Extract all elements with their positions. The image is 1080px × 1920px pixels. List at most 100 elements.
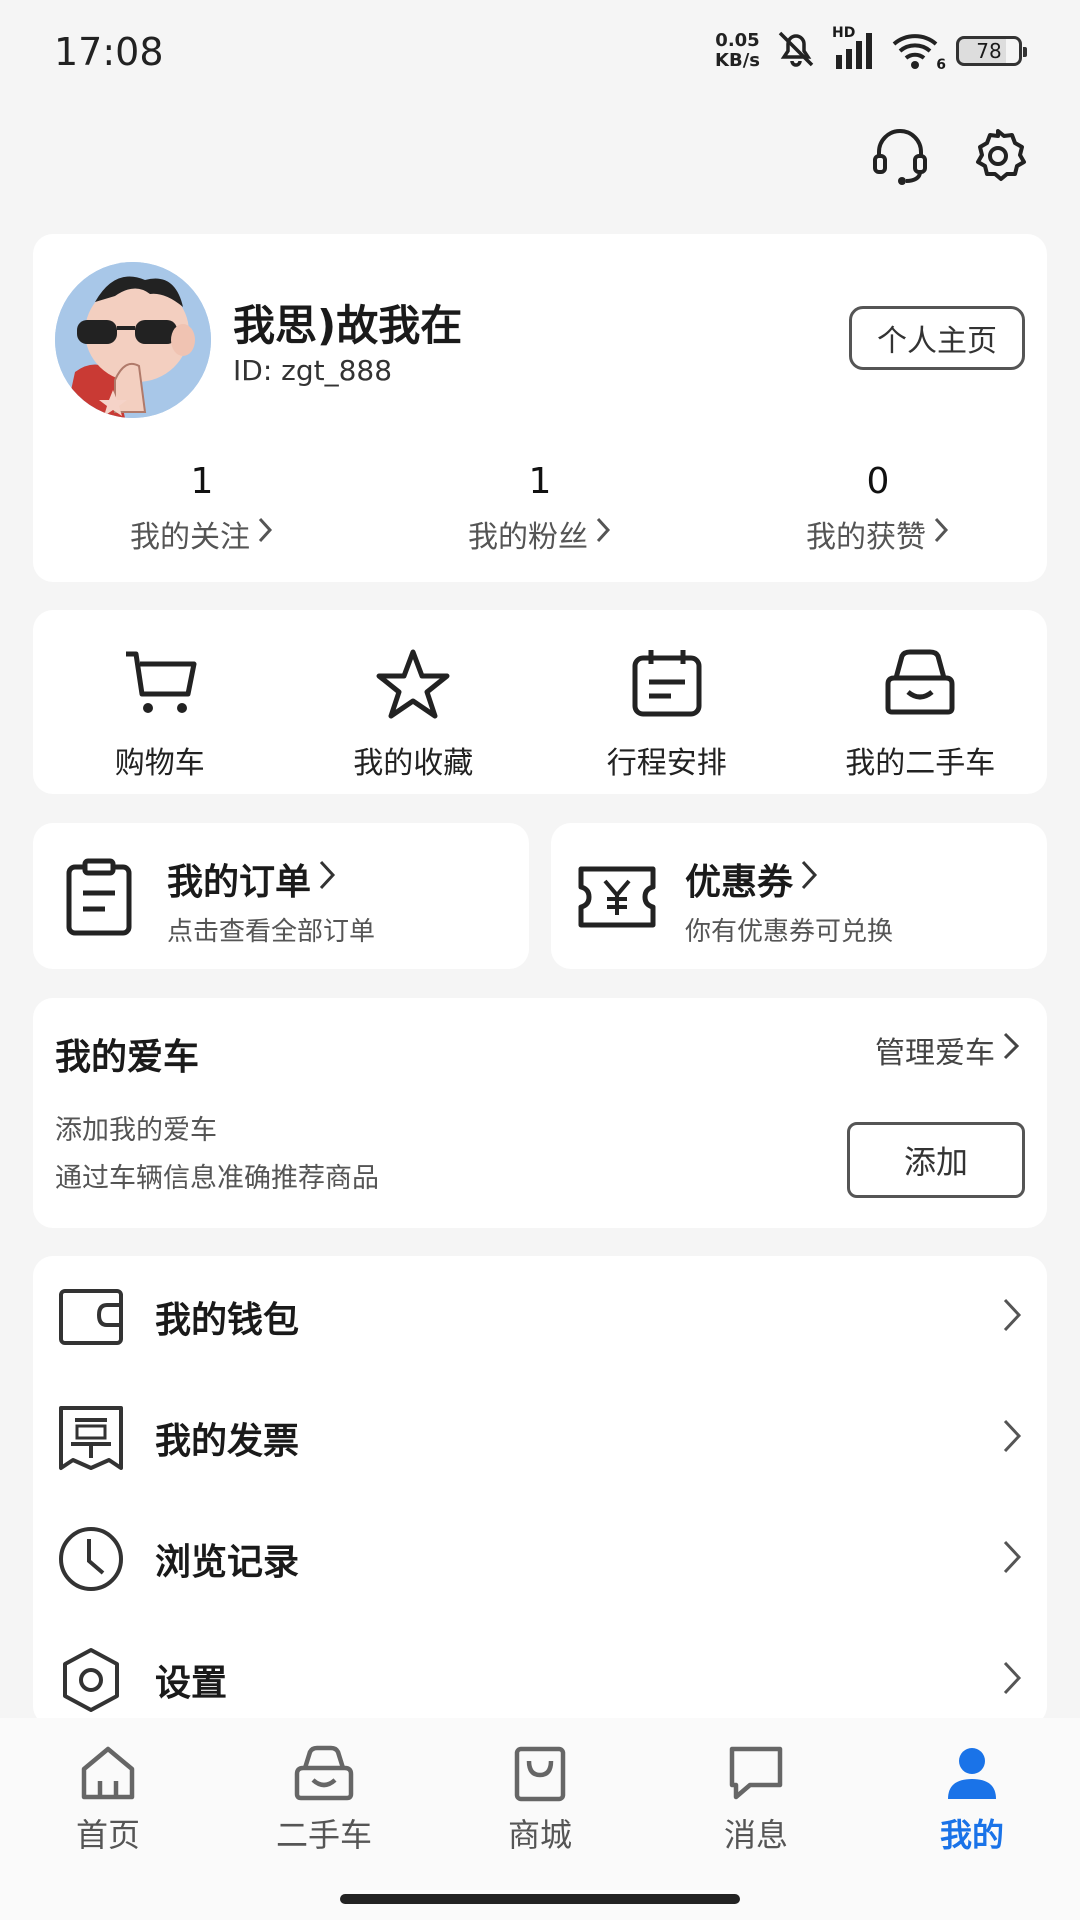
- nav-label: 消息: [723, 1816, 788, 1854]
- coupons-title-row: 优惠券: [685, 853, 819, 905]
- stat-likes[interactable]: 0 我的获赞: [709, 454, 1047, 556]
- my-car-description: 通过车辆信息准确推荐商品: [55, 1163, 379, 1194]
- home-indicator[interactable]: [340, 1894, 740, 1904]
- gear-icon: [969, 127, 1027, 189]
- bag-icon: [507, 1740, 573, 1806]
- headset-icon: [871, 126, 929, 190]
- profile-stats: 1 我的关注 1 我的粉丝 0 我的获赞: [33, 454, 1047, 556]
- orders-subtitle: 点击查看全部订单: [167, 917, 376, 947]
- chevron-right-icon: [1001, 1417, 1023, 1459]
- mute-icon: [774, 29, 818, 73]
- chevron-right-icon: [1001, 1659, 1023, 1701]
- chevron-right-icon: [256, 515, 274, 553]
- coupons-subtitle: 你有优惠券可兑换: [685, 917, 894, 947]
- chevron-right-icon: [799, 858, 819, 901]
- nav-label: 首页: [75, 1816, 140, 1854]
- network-speed: 0.05 KB/s: [715, 31, 760, 71]
- quick-action-label: 我的收藏: [353, 746, 474, 781]
- stat-value: 1: [190, 461, 214, 502]
- star-icon: [373, 644, 453, 724]
- coupon-icon: [577, 857, 657, 937]
- chevron-right-icon: [1001, 1030, 1021, 1070]
- clipboard-icon: [59, 857, 139, 937]
- menu-item-label: 设置: [155, 1662, 228, 1704]
- menu-item-label: 浏览记录: [155, 1541, 300, 1583]
- car-icon: [291, 1740, 357, 1806]
- nav-mine[interactable]: 我的: [864, 1718, 1080, 1920]
- menu-list: 我的钱包 我的发票 浏览记录 设置: [33, 1256, 1047, 1726]
- invoice-icon: [57, 1404, 125, 1472]
- stat-label-row: 我的粉丝: [468, 512, 612, 556]
- stat-label: 我的获赞: [806, 520, 926, 555]
- network-speed-value: 0.05: [715, 30, 760, 51]
- message-icon: [723, 1740, 789, 1806]
- chevron-right-icon: [1001, 1296, 1023, 1338]
- quick-actions-card: 购物车 我的收藏 行程安排 我的二手车: [33, 610, 1047, 794]
- clock-icon: [57, 1525, 125, 1593]
- quick-action-used-car[interactable]: 我的二手车: [794, 610, 1048, 794]
- signal-icon: HD: [832, 25, 878, 71]
- customer-service-button[interactable]: [870, 128, 930, 188]
- quick-action-label: 行程安排: [606, 746, 727, 781]
- my-car-card: 我的爱车 管理爱车 添加我的爱车 通过车辆信息准确推荐商品 添加: [33, 998, 1047, 1228]
- stat-label: 我的粉丝: [468, 520, 588, 555]
- quick-action-favorites[interactable]: 我的收藏: [287, 610, 541, 794]
- bottom-navigation: 首页 二手车 商城 消息 我的: [0, 1718, 1080, 1920]
- stat-fans[interactable]: 1 我的粉丝: [371, 454, 709, 556]
- chevron-right-icon: [317, 858, 337, 901]
- manage-car-label: 管理爱车: [875, 1036, 995, 1071]
- chevron-right-icon: [1001, 1538, 1023, 1580]
- menu-item-history[interactable]: 浏览记录: [33, 1498, 1047, 1619]
- avatar[interactable]: [55, 262, 211, 418]
- add-car-button[interactable]: 添加: [847, 1122, 1025, 1198]
- menu-item-settings[interactable]: 设置: [33, 1619, 1047, 1726]
- manage-car-link[interactable]: 管理爱车: [875, 1028, 1021, 1072]
- calendar-icon: [627, 644, 707, 724]
- nav-label: 二手车: [275, 1816, 372, 1854]
- my-orders-card[interactable]: 我的订单 点击查看全部订单: [33, 823, 529, 969]
- quick-action-label: 我的二手车: [845, 746, 996, 781]
- nav-mall[interactable]: 商城: [432, 1718, 648, 1920]
- quick-action-schedule[interactable]: 行程安排: [540, 610, 794, 794]
- status-time: 17:08: [54, 30, 164, 74]
- nav-label: 商城: [507, 1816, 572, 1854]
- quick-action-label: 购物车: [114, 746, 205, 781]
- network-speed-unit: KB/s: [715, 50, 760, 71]
- wifi-icon: 6: [892, 31, 946, 73]
- car-icon: [880, 644, 960, 724]
- stat-value: 0: [866, 461, 890, 502]
- coupons-title: 优惠券: [685, 862, 794, 903]
- status-icons: 0.05 KB/s HD 6 78: [715, 25, 1027, 76]
- header-actions: [870, 128, 1028, 188]
- user-nickname: 我思)故我在: [233, 301, 463, 350]
- person-icon: [939, 1740, 1005, 1806]
- gear-icon: [57, 1646, 125, 1714]
- wallet-icon: [57, 1283, 125, 1351]
- nav-used-car[interactable]: 二手车: [216, 1718, 432, 1920]
- battery-indicator: 78: [956, 36, 1027, 66]
- stat-value: 1: [528, 461, 552, 502]
- stat-label: 我的关注: [130, 520, 250, 555]
- quick-action-cart[interactable]: 购物车: [33, 610, 287, 794]
- cart-icon: [120, 644, 200, 724]
- chevron-right-icon: [594, 515, 612, 553]
- menu-item-label: 我的发票: [155, 1420, 300, 1462]
- menu-item-invoice[interactable]: 我的发票: [33, 1377, 1047, 1498]
- menu-item-label: 我的钱包: [155, 1299, 300, 1341]
- home-icon: [75, 1740, 141, 1806]
- my-car-hint: 添加我的爱车: [55, 1115, 217, 1146]
- nav-label: 我的: [939, 1816, 1004, 1854]
- coupons-card[interactable]: 优惠券 你有优惠券可兑换: [551, 823, 1047, 969]
- stat-following[interactable]: 1 我的关注: [33, 454, 371, 556]
- personal-homepage-button[interactable]: 个人主页: [849, 306, 1025, 370]
- profile-card: 我思)故我在 ID: zgt_888 个人主页 1 我的关注 1 我的粉丝 0 …: [33, 234, 1047, 582]
- chevron-right-icon: [932, 515, 950, 553]
- nav-home[interactable]: 首页: [0, 1718, 216, 1920]
- stat-label-row: 我的关注: [130, 512, 274, 556]
- stat-label-row: 我的获赞: [806, 512, 950, 556]
- user-id: ID: zgt_888: [233, 354, 393, 387]
- orders-title: 我的订单: [167, 862, 312, 903]
- nav-messages[interactable]: 消息: [648, 1718, 864, 1920]
- menu-item-wallet[interactable]: 我的钱包: [33, 1256, 1047, 1377]
- settings-button[interactable]: [968, 128, 1028, 188]
